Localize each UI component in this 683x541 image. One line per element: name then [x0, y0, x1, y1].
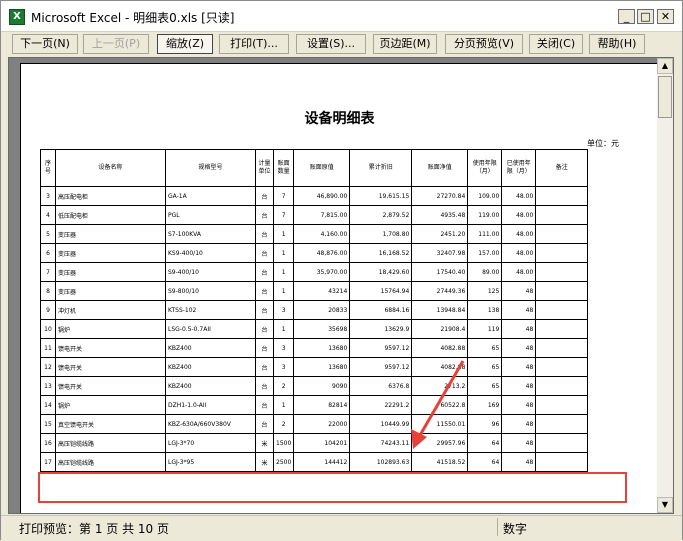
status-divider [497, 518, 498, 536]
annotation-arrow-icon [411, 360, 465, 449]
num-lock-indicator: 数字 [503, 522, 528, 536]
annotation-highlight-box [38, 472, 627, 503]
page-status: 打印预览：第 1 页 共 10 页 [19, 522, 169, 536]
excel-window: X Microsoft Excel - 明细表0.xls [只读] _ □ ✕ … [0, 0, 683, 540]
status-bar: 打印预览：第 1 页 共 10 页 数字 [1, 515, 682, 540]
